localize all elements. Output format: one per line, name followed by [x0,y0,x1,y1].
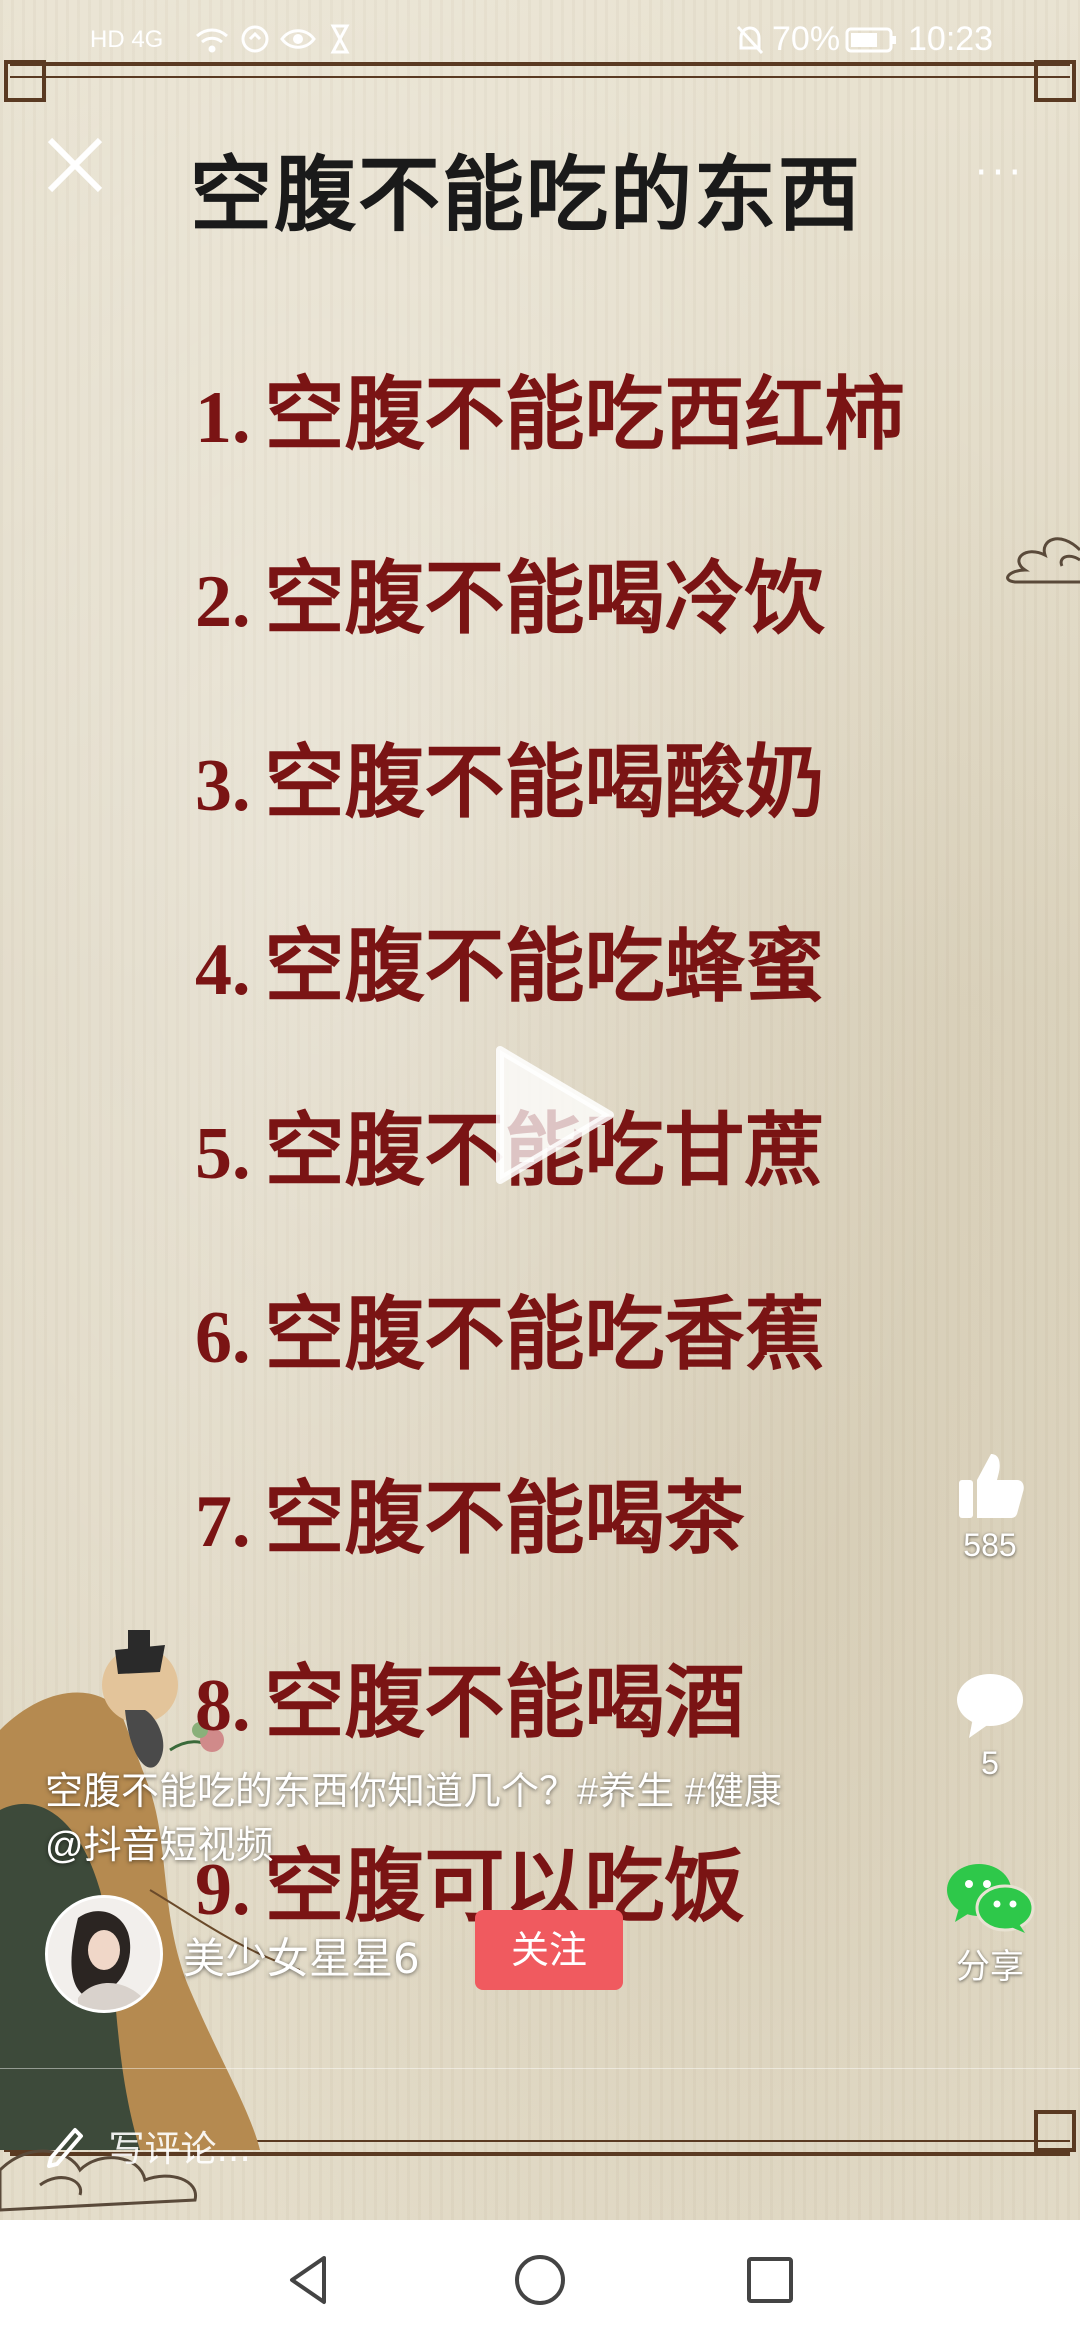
play-icon[interactable] [480,1040,620,1190]
comment-placeholder: 写评论... [108,2129,251,2170]
avatar[interactable] [45,1895,163,2013]
list-item-text: 空腹不能喝酸奶 [264,736,825,829]
list-item-number: 8. [195,1665,251,1747]
more-options-button[interactable]: ··· [965,150,1035,196]
like-button[interactable]: 585 [930,1450,1050,1564]
comment-bubble-icon [957,1674,1023,1738]
comment-count: 5 [981,1745,999,1781]
video-screen[interactable]: HD 4G 70% 10:23 空腹不能吃的东西 ··· 1. 空腹不能吃西红柿… [0,0,1080,2340]
eye-icon [280,29,316,49]
recents-square-icon[interactable] [740,2250,800,2310]
clock: 10:23 [908,20,994,58]
list-item-text: 空腹不能吃蜂蜜 [264,920,825,1013]
list-item: 3. 空腹不能喝酸奶 [195,718,955,902]
wechat-icon [947,1864,1035,1933]
back-triangle-icon[interactable] [280,2250,340,2310]
list-item-number: 3. [195,745,251,827]
list-item: 6. 空腹不能吃香蕉 [195,1270,955,1454]
comment-button[interactable]: 5 [930,1670,1050,1782]
list-item-text: 空腹不能喝茶 [264,1472,745,1565]
divider [0,2068,1080,2069]
wifi-icon [196,28,228,53]
list-item-number: 5. [195,1113,251,1195]
page-title: 空腹不能吃的东西 [190,148,863,243]
battery-percent: 70% [772,20,841,58]
sync-icon [241,25,269,53]
like-count: 585 [963,1527,1017,1563]
battery-icon [845,27,896,53]
home-circle-icon[interactable] [510,2250,570,2310]
mute-bell-icon [736,25,764,55]
share-wechat-button[interactable]: 分享 [930,1860,1050,1988]
avatar-image [48,1898,160,2010]
author-name[interactable]: 美少女星星6 [183,1925,420,1986]
list-item-text: 空腹不能吃香蕉 [264,1288,825,1381]
video-caption: 空腹不能吃的东西你知道几个？#养生 #健康 @抖音短视频 [45,1765,905,1873]
list-item-number: 6. [195,1297,251,1379]
navigation-bar [0,2220,1080,2340]
close-icon[interactable] [40,130,110,200]
network-indicator: HD 4G [90,26,164,53]
pencil-icon [47,2128,83,2168]
list-item: 2. 空腹不能喝冷饮 [195,534,955,718]
follow-button[interactable]: 关注 [475,1910,623,1990]
list-item-number: 2. [195,561,251,643]
caption-mention[interactable]: @抖音短视频 [45,1819,905,1873]
list-item-text: 空腹不能喝冷饮 [264,552,825,645]
list-item-text: 空腹不能吃西红柿 [264,368,905,461]
comment-input[interactable]: 写评论... [45,2120,645,2180]
list-item-number: 7. [195,1481,251,1563]
caption-text: 空腹不能吃的东西你知道几个？#养生 #健康 [45,1771,782,1813]
hourglass-icon [330,24,350,54]
list-item: 1. 空腹不能吃西红柿 [195,350,955,534]
list-item-number: 1. [195,377,251,459]
list-item: 7. 空腹不能喝茶 [195,1454,955,1638]
share-label: 分享 [956,1948,1024,1986]
list-item-text: 空腹不能喝酒 [264,1656,745,1749]
status-bar: HD 4G 70% 10:23 [0,0,1080,80]
frame-corner-bottom-right [1034,2110,1076,2152]
list-item-number: 4. [195,929,251,1011]
cloud-decoration-icon [1006,537,1080,584]
thumbs-up-icon [959,1454,1024,1518]
